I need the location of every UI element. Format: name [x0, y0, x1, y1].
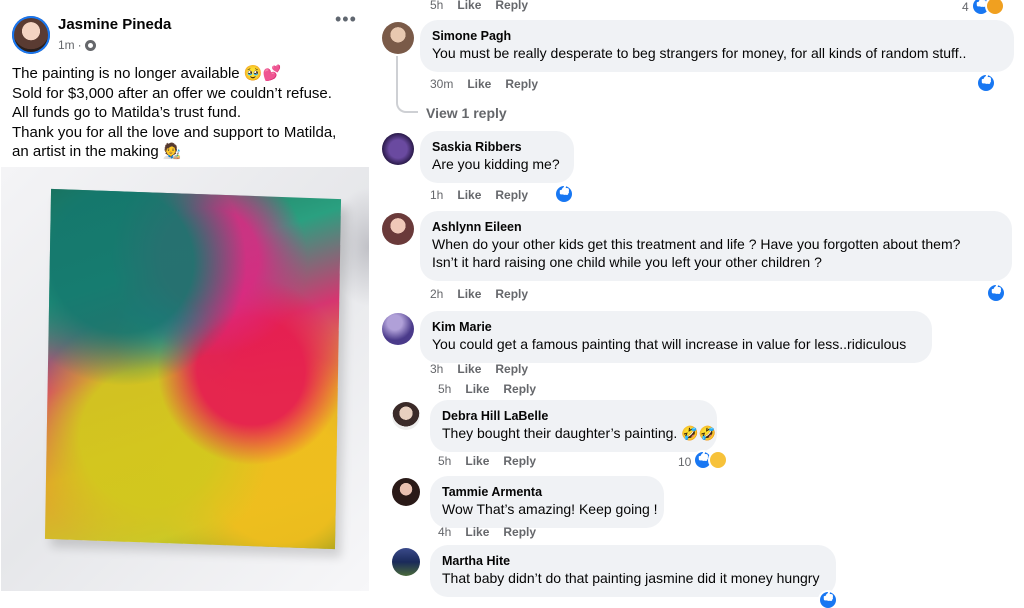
commenter-avatar[interactable] — [382, 133, 414, 165]
reply-button[interactable]: Reply — [503, 525, 536, 539]
post-line: The painting is no longer available 🥹💕 — [12, 65, 282, 82]
like-reaction-icon — [556, 186, 572, 202]
post-line: Sold for $3,000 after an offer we couldn… — [12, 84, 332, 102]
post-meta: 1m · — [58, 38, 96, 52]
commenter-name[interactable]: Simone Pagh — [432, 28, 1002, 44]
reply-actions: 5h Like Reply — [438, 454, 536, 468]
comment-actions: 5h Like Reply — [438, 382, 536, 396]
comments-section: 5h Like Reply 4 Simone Pagh You must be … — [370, 0, 1024, 608]
like-button[interactable]: Like — [467, 77, 491, 91]
comment-actions: 3h Like Reply — [430, 362, 528, 376]
comment-actions: 5h Like Reply — [430, 0, 528, 12]
painting-image — [44, 188, 342, 550]
comment-time[interactable]: 5h — [438, 382, 451, 396]
reply-bubble: Tammie Armenta Wow That’s amazing! Keep … — [430, 476, 664, 528]
post: Jasmine Pineda 1m · ••• The painting is … — [0, 0, 370, 597]
comment-bubble: Saskia Ribbers Are you kidding me? — [420, 131, 574, 183]
comment-time[interactable]: 5h — [430, 0, 443, 12]
like-button[interactable]: Like — [457, 0, 481, 12]
commenter-name[interactable]: Ashlynn Eileen — [432, 219, 1000, 235]
author-avatar[interactable] — [12, 16, 50, 54]
comment-bubble: Kim Marie You could get a famous paintin… — [420, 311, 932, 363]
reply-button[interactable]: Reply — [495, 188, 528, 202]
like-button[interactable]: Like — [465, 454, 489, 468]
commenter-avatar[interactable] — [382, 22, 414, 54]
reply-button[interactable]: Reply — [505, 77, 538, 91]
comment-actions: 30m Like Reply — [430, 77, 538, 91]
globe-icon[interactable] — [84, 39, 96, 51]
reply-text: Wow That’s amazing! Keep going ! — [442, 501, 658, 517]
comment-actions: 1h Like Reply — [430, 188, 528, 202]
reaction-count[interactable]: 4 — [962, 0, 969, 14]
like-reaction-icon — [820, 592, 836, 608]
reply-button[interactable]: Reply — [495, 287, 528, 301]
comment-text: You must be really desperate to beg stra… — [432, 45, 967, 61]
replier-avatar[interactable] — [392, 478, 420, 506]
comment-time[interactable]: 3h — [430, 362, 443, 376]
view-replies-link[interactable]: View 1 reply — [426, 105, 507, 121]
like-button[interactable]: Like — [457, 362, 481, 376]
reply-button[interactable]: Reply — [495, 362, 528, 376]
replier-avatar[interactable] — [392, 402, 420, 430]
post-line: an artist in the making 🧑‍🎨 — [12, 143, 182, 161]
comment-text-line: Isn’t it hard raising one child while yo… — [432, 254, 822, 270]
like-reaction-icon — [695, 452, 711, 468]
more-options-button[interactable]: ••• — [335, 10, 357, 28]
post-line: All funds go to Matilda’s trust fund. — [12, 104, 242, 122]
reply-bubble: Martha Hite That baby didn’t do that pai… — [430, 545, 836, 597]
comment-time[interactable]: 1h — [430, 188, 443, 202]
comment-text: You could get a famous painting that wil… — [432, 336, 907, 352]
comment-text-line: When do your other kids get this treatme… — [432, 236, 961, 252]
reply-text: That baby didn’t do that painting jasmin… — [442, 570, 820, 586]
comment-text: Are you kidding me? — [432, 156, 560, 172]
comment-actions: 2h Like Reply — [430, 287, 528, 301]
post-text: The painting is no longer available 🥹💕 S… — [12, 64, 367, 162]
thread-connector — [396, 56, 418, 113]
reply-time[interactable]: 5h — [438, 454, 451, 468]
comment-time[interactable]: 30m — [430, 77, 453, 91]
replier-avatar[interactable] — [392, 548, 420, 576]
haha-reaction-icon — [710, 452, 726, 468]
commenter-name[interactable]: Saskia Ribbers — [432, 139, 562, 155]
post-time[interactable]: 1m — [58, 38, 75, 52]
like-button[interactable]: Like — [465, 525, 489, 539]
comment-time[interactable]: 2h — [430, 287, 443, 301]
reply-time[interactable]: 4h — [438, 525, 451, 539]
commenter-avatar[interactable] — [382, 213, 414, 245]
like-button[interactable]: Like — [457, 188, 481, 202]
post-line: Thank you for all the love and support t… — [12, 123, 337, 141]
replier-name[interactable]: Debra Hill LaBelle — [442, 408, 705, 424]
commenter-name[interactable]: Kim Marie — [432, 319, 920, 335]
replier-name[interactable]: Tammie Armenta — [442, 484, 652, 500]
reply-actions: 4h Like Reply — [438, 525, 536, 539]
comment-bubble: Ashlynn Eileen When do your other kids g… — [420, 211, 1012, 281]
post-author[interactable]: Jasmine Pineda — [58, 16, 171, 33]
like-reaction-icon — [988, 285, 1004, 301]
like-button[interactable]: Like — [465, 382, 489, 396]
meta-separator: · — [77, 38, 82, 52]
angry-reaction-icon — [987, 0, 1003, 14]
reply-text: They bought their daughter’s painting. 🤣… — [442, 425, 717, 441]
reply-button[interactable]: Reply — [503, 382, 536, 396]
commenter-avatar[interactable] — [382, 313, 414, 345]
reply-button[interactable]: Reply — [503, 454, 536, 468]
reaction-count[interactable]: 10 — [678, 455, 691, 469]
comment-bubble: Simone Pagh You must be really desperate… — [420, 20, 1014, 72]
replier-name[interactable]: Martha Hite — [442, 553, 824, 569]
reply-bubble: Debra Hill LaBelle They bought their dau… — [430, 400, 717, 452]
post-photo[interactable] — [1, 167, 369, 591]
like-reaction-icon — [978, 75, 994, 91]
like-button[interactable]: Like — [457, 287, 481, 301]
reply-button[interactable]: Reply — [495, 0, 528, 12]
